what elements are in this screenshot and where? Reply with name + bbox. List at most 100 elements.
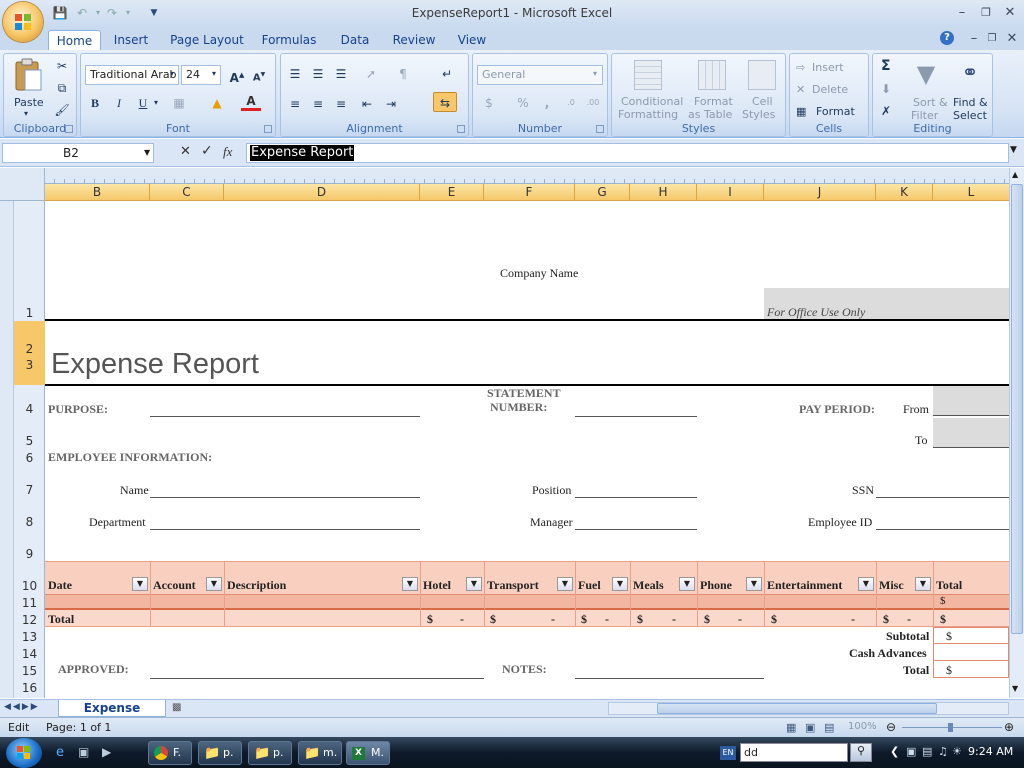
insert-function-icon[interactable]: fx bbox=[223, 144, 232, 160]
tab-data[interactable]: Data bbox=[334, 30, 376, 50]
shrink-font-icon[interactable]: A▼ bbox=[249, 65, 269, 85]
column-header[interactable]: L bbox=[933, 184, 1009, 201]
filter-dropdown-icon[interactable]: ▼ bbox=[557, 577, 573, 591]
ssn-field[interactable] bbox=[876, 497, 1009, 498]
font-color-icon[interactable]: A bbox=[241, 93, 261, 111]
cell-styles-button[interactable]: Cell bbox=[752, 95, 773, 108]
fill-color-icon[interactable]: ▲ bbox=[207, 93, 227, 113]
column-header[interactable]: B bbox=[45, 184, 150, 201]
grow-font-icon[interactable]: A▲ bbox=[227, 65, 247, 85]
cell-styles-icon[interactable] bbox=[748, 60, 776, 90]
paste-dropdown-icon[interactable]: ▾ bbox=[24, 109, 28, 118]
tab-formulas[interactable]: Formulas bbox=[258, 30, 320, 50]
italic-button[interactable]: I bbox=[109, 93, 129, 113]
vertical-scroll-thumb[interactable] bbox=[1011, 184, 1023, 634]
alignment-launcher-icon[interactable] bbox=[457, 125, 465, 133]
row-header[interactable]: 8 bbox=[14, 515, 45, 529]
wrap-text-icon[interactable]: ↵ bbox=[437, 64, 457, 84]
office-button[interactable] bbox=[3, 2, 43, 42]
tab-page-layout[interactable]: Page Layout bbox=[168, 30, 246, 50]
language-indicator[interactable]: EN bbox=[720, 746, 736, 760]
row-header[interactable]: 4 bbox=[14, 402, 45, 416]
name-box[interactable]: B2 bbox=[2, 143, 154, 163]
row-header[interactable]: 2 bbox=[14, 321, 45, 356]
borders-icon[interactable]: ▦ bbox=[169, 93, 189, 113]
format-as-table-button[interactable]: Format bbox=[694, 95, 733, 108]
font-launcher-icon[interactable] bbox=[264, 125, 272, 133]
redo-dropdown-icon[interactable]: ▾ bbox=[120, 5, 136, 21]
show-desktop-icon[interactable]: ▣ bbox=[78, 745, 89, 759]
tab-insert[interactable]: Insert bbox=[108, 30, 154, 50]
search-icon[interactable]: ⚲ bbox=[850, 743, 872, 762]
row-header[interactable]: 13 bbox=[14, 630, 45, 644]
department-field[interactable] bbox=[150, 529, 420, 530]
font-name-dropdown-icon[interactable]: ▾ bbox=[170, 69, 174, 78]
select-all-corner[interactable] bbox=[0, 168, 45, 201]
row-header[interactable]: 10 bbox=[14, 579, 45, 593]
purpose-field[interactable] bbox=[150, 416, 420, 417]
filter-dropdown-icon[interactable]: ▼ bbox=[746, 577, 762, 591]
binoculars-icon[interactable]: ⚭ bbox=[955, 60, 985, 90]
workbook-close-icon[interactable]: ✕ bbox=[1000, 30, 1024, 48]
cancel-entry-icon[interactable]: ✕ bbox=[180, 144, 191, 159]
clock[interactable]: 9:24 AM bbox=[968, 745, 1013, 758]
filter-dropdown-icon[interactable]: ▼ bbox=[612, 577, 628, 591]
row-header[interactable]: 16 bbox=[14, 681, 45, 695]
format-painter-icon[interactable]: 🖌 bbox=[52, 100, 72, 120]
notes-field[interactable] bbox=[575, 678, 764, 679]
align-left-icon[interactable]: ≡ bbox=[285, 94, 305, 114]
worksheet[interactable]: B C D E F G H I J K L 1 2 3 4 5 6 7 8 9 … bbox=[0, 168, 1024, 698]
column-header[interactable]: J bbox=[764, 184, 876, 201]
top-align-icon[interactable]: ☰ bbox=[285, 64, 305, 84]
column-header[interactable]: F bbox=[484, 184, 575, 201]
conditional-formatting-button[interactable]: Conditional bbox=[621, 95, 683, 108]
column-header[interactable]: I bbox=[697, 184, 764, 201]
clipboard-launcher-icon[interactable] bbox=[65, 125, 73, 133]
row-header[interactable]: 9 bbox=[14, 547, 45, 561]
row-header[interactable]: 11 bbox=[14, 596, 45, 610]
row-header[interactable]: 6 bbox=[14, 451, 45, 465]
number-format-dropdown-icon[interactable]: ▾ bbox=[593, 69, 597, 78]
volume-icon[interactable]: ♫ bbox=[938, 745, 948, 758]
cut-icon[interactable]: ✂ bbox=[52, 56, 72, 76]
middle-align-icon[interactable]: ☰ bbox=[308, 64, 328, 84]
close-icon[interactable]: ✕ bbox=[998, 4, 1022, 22]
minimize-icon[interactable]: – bbox=[950, 4, 974, 22]
decrease-decimal-icon[interactable]: .00 bbox=[583, 93, 603, 113]
filter-dropdown-icon[interactable]: ▼ bbox=[679, 577, 695, 591]
sort-filter-icon[interactable]: ▼ bbox=[913, 60, 939, 90]
row-header[interactable]: 1 bbox=[14, 306, 45, 320]
column-header[interactable]: C bbox=[150, 184, 224, 201]
filter-dropdown-icon[interactable]: ▼ bbox=[402, 577, 418, 591]
tray-expand-icon[interactable]: ❮ bbox=[890, 745, 899, 758]
formula-input[interactable]: Expense Report bbox=[246, 143, 1009, 163]
row-header[interactable]: 3 bbox=[14, 353, 45, 385]
report-title[interactable]: Expense Report bbox=[51, 348, 259, 381]
horizontal-scrollbar[interactable] bbox=[608, 702, 1009, 715]
customize-qat-icon[interactable]: ▼ bbox=[146, 5, 162, 21]
filter-dropdown-icon[interactable]: ▼ bbox=[206, 577, 222, 591]
underline-dropdown-icon[interactable]: ▾ bbox=[154, 98, 158, 107]
font-size-dropdown-icon[interactable]: ▾ bbox=[212, 69, 216, 78]
tab-home[interactable]: Home bbox=[48, 30, 101, 50]
sheet-tab-expense-report[interactable]: Expense Report bbox=[58, 700, 166, 731]
bold-button[interactable]: B bbox=[85, 93, 105, 113]
zoom-level[interactable]: 100% bbox=[848, 721, 877, 732]
filter-dropdown-icon[interactable]: ▼ bbox=[132, 577, 148, 591]
subtotal-field[interactable] bbox=[933, 627, 1009, 644]
text-direction-icon[interactable]: ¶ bbox=[393, 64, 413, 84]
align-right-icon[interactable]: ≡ bbox=[331, 94, 351, 114]
delete-cells-button[interactable]: Delete bbox=[812, 83, 848, 96]
row-header[interactable]: 5 bbox=[14, 434, 45, 448]
filter-dropdown-icon[interactable]: ▼ bbox=[915, 577, 931, 591]
insert-cells-button[interactable]: Insert bbox=[812, 61, 844, 74]
conditional-formatting-icon[interactable] bbox=[634, 60, 662, 90]
find-select-button[interactable]: Find & bbox=[953, 96, 988, 109]
employee-id-field[interactable] bbox=[876, 529, 1009, 530]
format-cells-button[interactable]: Format bbox=[816, 105, 855, 118]
start-button[interactable] bbox=[6, 738, 42, 768]
column-header[interactable]: E bbox=[420, 184, 484, 201]
bottom-align-icon[interactable]: ☰ bbox=[331, 64, 351, 84]
underline-button[interactable]: U bbox=[133, 93, 153, 113]
page-break-view-icon[interactable]: ▤ bbox=[824, 721, 834, 734]
